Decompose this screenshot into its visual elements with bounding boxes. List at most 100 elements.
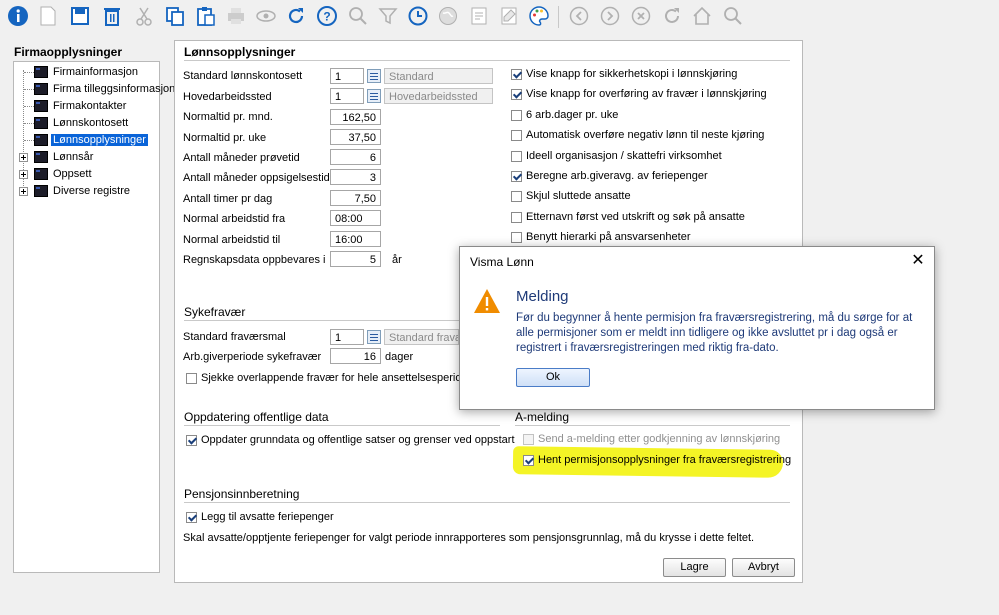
divider	[184, 320, 459, 321]
hovedarbeidssted-input[interactable]: 1	[330, 88, 364, 104]
section-title-oppdatering: Oppdatering offentlige data	[184, 410, 329, 424]
checkbox-ideell-organisasjon[interactable]	[511, 151, 522, 162]
close-button[interactable]: ✕	[908, 251, 928, 271]
hovedarbeidssted-desc: Hovedarbeidssted	[384, 88, 493, 104]
arbeidstid-fra-input[interactable]: 08:00	[330, 210, 381, 226]
print-icon[interactable]	[224, 4, 248, 28]
checkbox-label: Etternavn først ved utskrift og søk på a…	[526, 211, 745, 223]
sidebar-item-lonnskontosett[interactable]: Lønnskontosett	[34, 115, 130, 131]
checkbox-label: Legg til avsatte feriepenger	[201, 511, 334, 523]
folder-icon	[34, 66, 48, 78]
timer-pr-dag-input[interactable]: 7,50	[330, 190, 381, 206]
delete-icon[interactable]	[100, 4, 124, 28]
toolbar-separator	[558, 6, 559, 28]
normaltid-uke-input[interactable]: 37,50	[330, 129, 381, 145]
expand-icon[interactable]	[19, 170, 28, 179]
page-title: Lønnsopplysninger	[184, 45, 296, 59]
regnskapsdata-input[interactable]: 5	[330, 251, 381, 267]
checkbox-6-arbdager[interactable]	[511, 110, 522, 121]
info-icon[interactable]	[6, 4, 30, 28]
field-label: Hovedarbeidssted	[183, 91, 272, 103]
provetid-input[interactable]: 6	[330, 149, 381, 165]
field-label: Standard fraværsmal	[183, 331, 286, 343]
forward-icon[interactable]	[598, 4, 622, 28]
help-icon[interactable]: ?	[315, 4, 339, 28]
checkbox-etternavn-forst[interactable]	[511, 212, 522, 223]
sidebar-item-label: Diverse registre	[53, 185, 131, 197]
divider	[184, 60, 790, 61]
lookup-icon[interactable]	[367, 89, 381, 103]
palette-icon[interactable]	[527, 4, 551, 28]
lookup-icon[interactable]	[367, 69, 381, 83]
expand-icon[interactable]	[19, 187, 28, 196]
folder-icon	[34, 83, 48, 95]
history-icon[interactable]	[406, 4, 430, 28]
oppsigelsestid-input[interactable]: 3	[330, 169, 381, 185]
save-button[interactable]: Lagre	[663, 558, 726, 577]
tree-line	[24, 72, 34, 74]
dialog-message: Før du begynner å hente permisjon fra fr…	[516, 312, 913, 354]
field-label: Normal arbeidstid til	[183, 234, 281, 246]
lookup-icon[interactable]	[367, 330, 381, 344]
checkbox-label: Beregne arb.giveravg. av feriepenger	[526, 170, 708, 182]
checkbox-avsatte-feriepenger[interactable]	[186, 512, 197, 523]
paste-icon[interactable]	[194, 4, 218, 28]
giverperiode-input[interactable]: 16	[330, 348, 381, 364]
sidebar-item-lonnsopplysninger[interactable]: Lønnsopplysninger	[34, 132, 148, 148]
checkbox-label: Skjul sluttede ansatte	[526, 190, 631, 202]
field-label: Normal arbeidstid fra	[183, 213, 286, 225]
home-icon[interactable]	[690, 4, 714, 28]
dialog-heading: Melding	[516, 288, 569, 305]
search-icon[interactable]	[346, 4, 370, 28]
checkbox-sikkerhetskopi[interactable]	[511, 69, 522, 80]
zoom-icon[interactable]	[721, 4, 745, 28]
checkbox-arbgiveravg[interactable]	[511, 171, 522, 182]
checkbox-label: Oppdater grunndata og offentlige satser …	[201, 434, 515, 446]
checkbox-negativ-lonn[interactable]	[511, 130, 522, 141]
filter-icon[interactable]	[376, 4, 400, 28]
cut-icon[interactable]	[132, 4, 156, 28]
ok-button[interactable]: Ok	[516, 368, 590, 387]
arbeidstid-til-input[interactable]: 16:00	[330, 231, 381, 247]
notes-icon[interactable]	[497, 4, 521, 28]
globe-icon[interactable]	[436, 4, 460, 28]
sidebar-item-diverse-registre[interactable]: Diverse registre	[34, 183, 132, 199]
sidebar-item-firmainformasjon[interactable]: Firmainformasjon	[34, 64, 140, 80]
lonnskontosett-input[interactable]: 1	[330, 68, 364, 84]
sidebar-item-firma-tilleggsinformasjon[interactable]: Firma tilleggsinformasjon	[34, 81, 177, 97]
checkbox-hent-permisjon[interactable]	[523, 455, 534, 466]
back-icon[interactable]	[567, 4, 591, 28]
normaltid-mnd-input[interactable]: 162,50	[330, 109, 381, 125]
fravaersmal-desc: Standard fravæ	[384, 329, 459, 345]
sidebar-item-label: Lønnsopplysninger	[51, 134, 148, 146]
unit-label: dager	[385, 351, 414, 363]
refresh-icon[interactable]	[284, 4, 308, 28]
save-icon[interactable]	[68, 4, 92, 28]
cancel-button[interactable]: Avbryt	[732, 558, 795, 577]
field-label: Regnskapsdata oppbevares i	[183, 254, 326, 266]
preview-icon[interactable]	[254, 4, 278, 28]
checkbox-oppdater-grunndata[interactable]	[186, 435, 197, 446]
field-label: Arb.giverperiode sykefravær	[183, 351, 322, 363]
redo-icon[interactable]	[660, 4, 684, 28]
notes-icon[interactable]	[467, 4, 491, 28]
checkbox-skjul-sluttede[interactable]	[511, 191, 522, 202]
copy-icon[interactable]	[163, 4, 187, 28]
checkbox-label: Vise knapp for sikkerhetskopi i lønnskjø…	[526, 68, 738, 80]
fravaersmal-input[interactable]: 1	[330, 329, 364, 345]
checkbox-overlappende-fravaer[interactable]	[186, 373, 197, 384]
checkbox-hierarki[interactable]	[511, 232, 522, 243]
field-label: Normaltid pr. mnd.	[183, 111, 273, 123]
new-document-icon[interactable]	[36, 4, 60, 28]
sidebar-item-firmakontakter[interactable]: Firmakontakter	[34, 98, 128, 114]
cancel-icon[interactable]	[629, 4, 653, 28]
field-label: Standard lønnskontosett	[183, 70, 303, 82]
sidebar-item-oppsett[interactable]: Oppsett	[34, 166, 94, 182]
checkbox-overforing-fravaer[interactable]	[511, 89, 522, 100]
checkbox-send-amelding[interactable]	[523, 434, 534, 445]
section-title-pensjon: Pensjonsinnberetning	[184, 487, 300, 501]
field-label: Normaltid pr. uke	[183, 132, 267, 144]
section-title-sykefravaer: Sykefravær	[184, 305, 246, 319]
expand-icon[interactable]	[19, 153, 28, 162]
sidebar-item-lonnsar[interactable]: Lønnsår	[34, 149, 95, 165]
